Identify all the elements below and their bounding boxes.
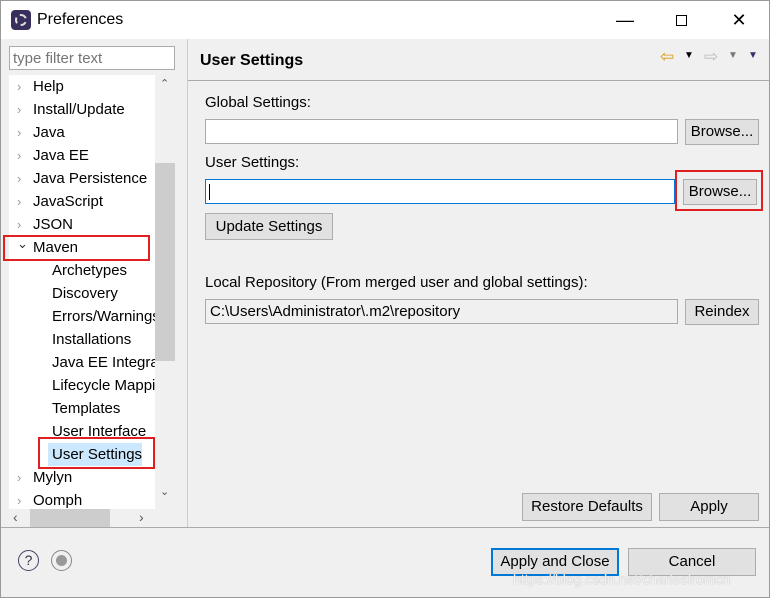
chevron-right-icon[interactable]: › <box>17 167 21 190</box>
chevron-right-icon[interactable]: › <box>17 75 21 98</box>
tree-item-oomph[interactable]: › Oomph <box>9 489 155 509</box>
local-repository-field: C:\Users\Administrator\.m2\repository <box>205 299 678 324</box>
restore-defaults-button[interactable]: Restore Defaults <box>522 493 652 521</box>
tree-item-errors-warnings[interactable]: Errors/Warnings <box>48 305 155 328</box>
user-settings-input[interactable] <box>205 179 675 204</box>
reindex-button[interactable]: Reindex <box>685 299 759 325</box>
tree-item-java[interactable]: › Java <box>9 121 155 144</box>
tree-item-label: JSON <box>33 216 74 233</box>
tree-item-label: Help <box>33 78 64 95</box>
global-browse-button[interactable]: Browse... <box>685 119 759 145</box>
view-menu-icon[interactable]: ▼ <box>748 50 758 61</box>
tree-item-javascript[interactable]: › JavaScript <box>9 190 155 213</box>
global-settings-label: Global Settings: <box>205 94 311 111</box>
tree-item-label: Install/Update <box>33 101 125 118</box>
chevron-right-icon[interactable]: › <box>17 121 21 144</box>
tree-item-java-ee[interactable]: › Java EE <box>9 144 155 167</box>
help-icon[interactable]: ? <box>18 550 39 571</box>
user-settings-label: User Settings: <box>205 154 300 171</box>
scroll-left-icon[interactable]: ‹ <box>13 509 18 525</box>
tree-item-mylyn[interactable]: › Mylyn <box>9 466 155 489</box>
chevron-right-icon[interactable]: › <box>17 144 21 167</box>
eclipse-logo-icon <box>11 10 31 30</box>
scroll-right-icon[interactable]: › <box>139 509 144 525</box>
tree-item-label: Java EE <box>33 147 89 164</box>
forward-dropdown-icon[interactable]: ▼ <box>728 50 738 61</box>
footer-separator <box>1 527 769 528</box>
preferences-window: Preferences — ✕ › Help › Install/Update › Jav… <box>0 0 770 598</box>
tree-item-label: Java <box>33 124 65 141</box>
scroll-up-icon[interactable]: ⌃ <box>160 77 169 90</box>
local-repository-label: Local Repository (From merged user and g… <box>205 274 588 291</box>
window-title: Preferences <box>37 11 124 28</box>
update-settings-button[interactable]: Update Settings <box>205 213 333 240</box>
maven-highlight <box>3 235 150 261</box>
close-button[interactable]: ✕ <box>711 1 767 39</box>
tree-item-java-ee-integration[interactable]: Java EE Integration <box>48 351 155 374</box>
scroll-thumb[interactable] <box>155 163 175 361</box>
filter-input[interactable] <box>9 46 175 70</box>
page-title: User Settings <box>200 52 304 69</box>
browse-highlight <box>675 170 763 211</box>
record-macro-icon[interactable] <box>51 550 72 571</box>
tree-item-label: JavaScript <box>33 193 104 210</box>
forward-arrow-icon[interactable]: ⇨ <box>704 47 718 67</box>
tree-item-lifecycle-mappings[interactable]: Lifecycle Mappings <box>48 374 155 397</box>
sidebar: › Help › Install/Update › Java › Java EE › Java P… <box>1 39 185 527</box>
tree-item-discovery[interactable]: Discovery <box>48 282 118 305</box>
chevron-right-icon[interactable]: › <box>17 466 21 489</box>
apply-button[interactable]: Apply <box>659 493 759 521</box>
tree-item-archetypes[interactable]: Archetypes <box>48 259 127 282</box>
tree-item-label: Oomph <box>33 492 83 509</box>
title-bar: Preferences — ✕ <box>1 1 769 39</box>
chevron-right-icon[interactable]: › <box>17 98 21 121</box>
back-arrow-icon[interactable]: ⇦ <box>660 47 674 67</box>
scroll-thumb-horizontal[interactable] <box>30 509 110 527</box>
header-separator <box>188 80 770 81</box>
tree-item-installations[interactable]: Installations <box>48 328 131 351</box>
tree-item-templates[interactable]: Templates <box>48 397 120 420</box>
user-settings-highlight <box>38 437 155 469</box>
close-icon: ✕ <box>731 9 747 30</box>
tree-item-label: Mylyn <box>33 469 73 486</box>
tree-item-json[interactable]: › JSON <box>9 213 155 236</box>
text-cursor <box>209 184 210 200</box>
chevron-right-icon[interactable]: › <box>17 489 21 509</box>
chevron-right-icon[interactable]: › <box>17 190 21 213</box>
maximize-icon <box>675 14 687 26</box>
tree-item-install-update[interactable]: › Install/Update <box>9 98 155 121</box>
back-dropdown-icon[interactable]: ▼ <box>684 50 694 61</box>
main-panel: User Settings ⇦ ▼ ⇨ ▼ ▼ Global Settings:… <box>187 39 770 527</box>
global-settings-input[interactable] <box>205 119 678 144</box>
watermark: https://blog.csdn.net/charlesfromcn <box>513 571 731 587</box>
tree-vertical-scrollbar[interactable]: ⌃ ⌄ <box>155 75 175 509</box>
minimize-button[interactable]: — <box>597 1 653 39</box>
tree-item-help[interactable]: › Help <box>9 75 155 98</box>
minimize-icon: — <box>616 9 634 30</box>
tree-item-java-persistence[interactable]: › Java Persistence <box>9 167 155 190</box>
tree-item-label: Java Persistence <box>33 170 148 187</box>
maximize-button[interactable] <box>653 1 709 39</box>
scroll-down-icon[interactable]: ⌄ <box>160 485 169 498</box>
tree-horizontal-scrollbar[interactable]: ‹ › <box>9 509 155 527</box>
